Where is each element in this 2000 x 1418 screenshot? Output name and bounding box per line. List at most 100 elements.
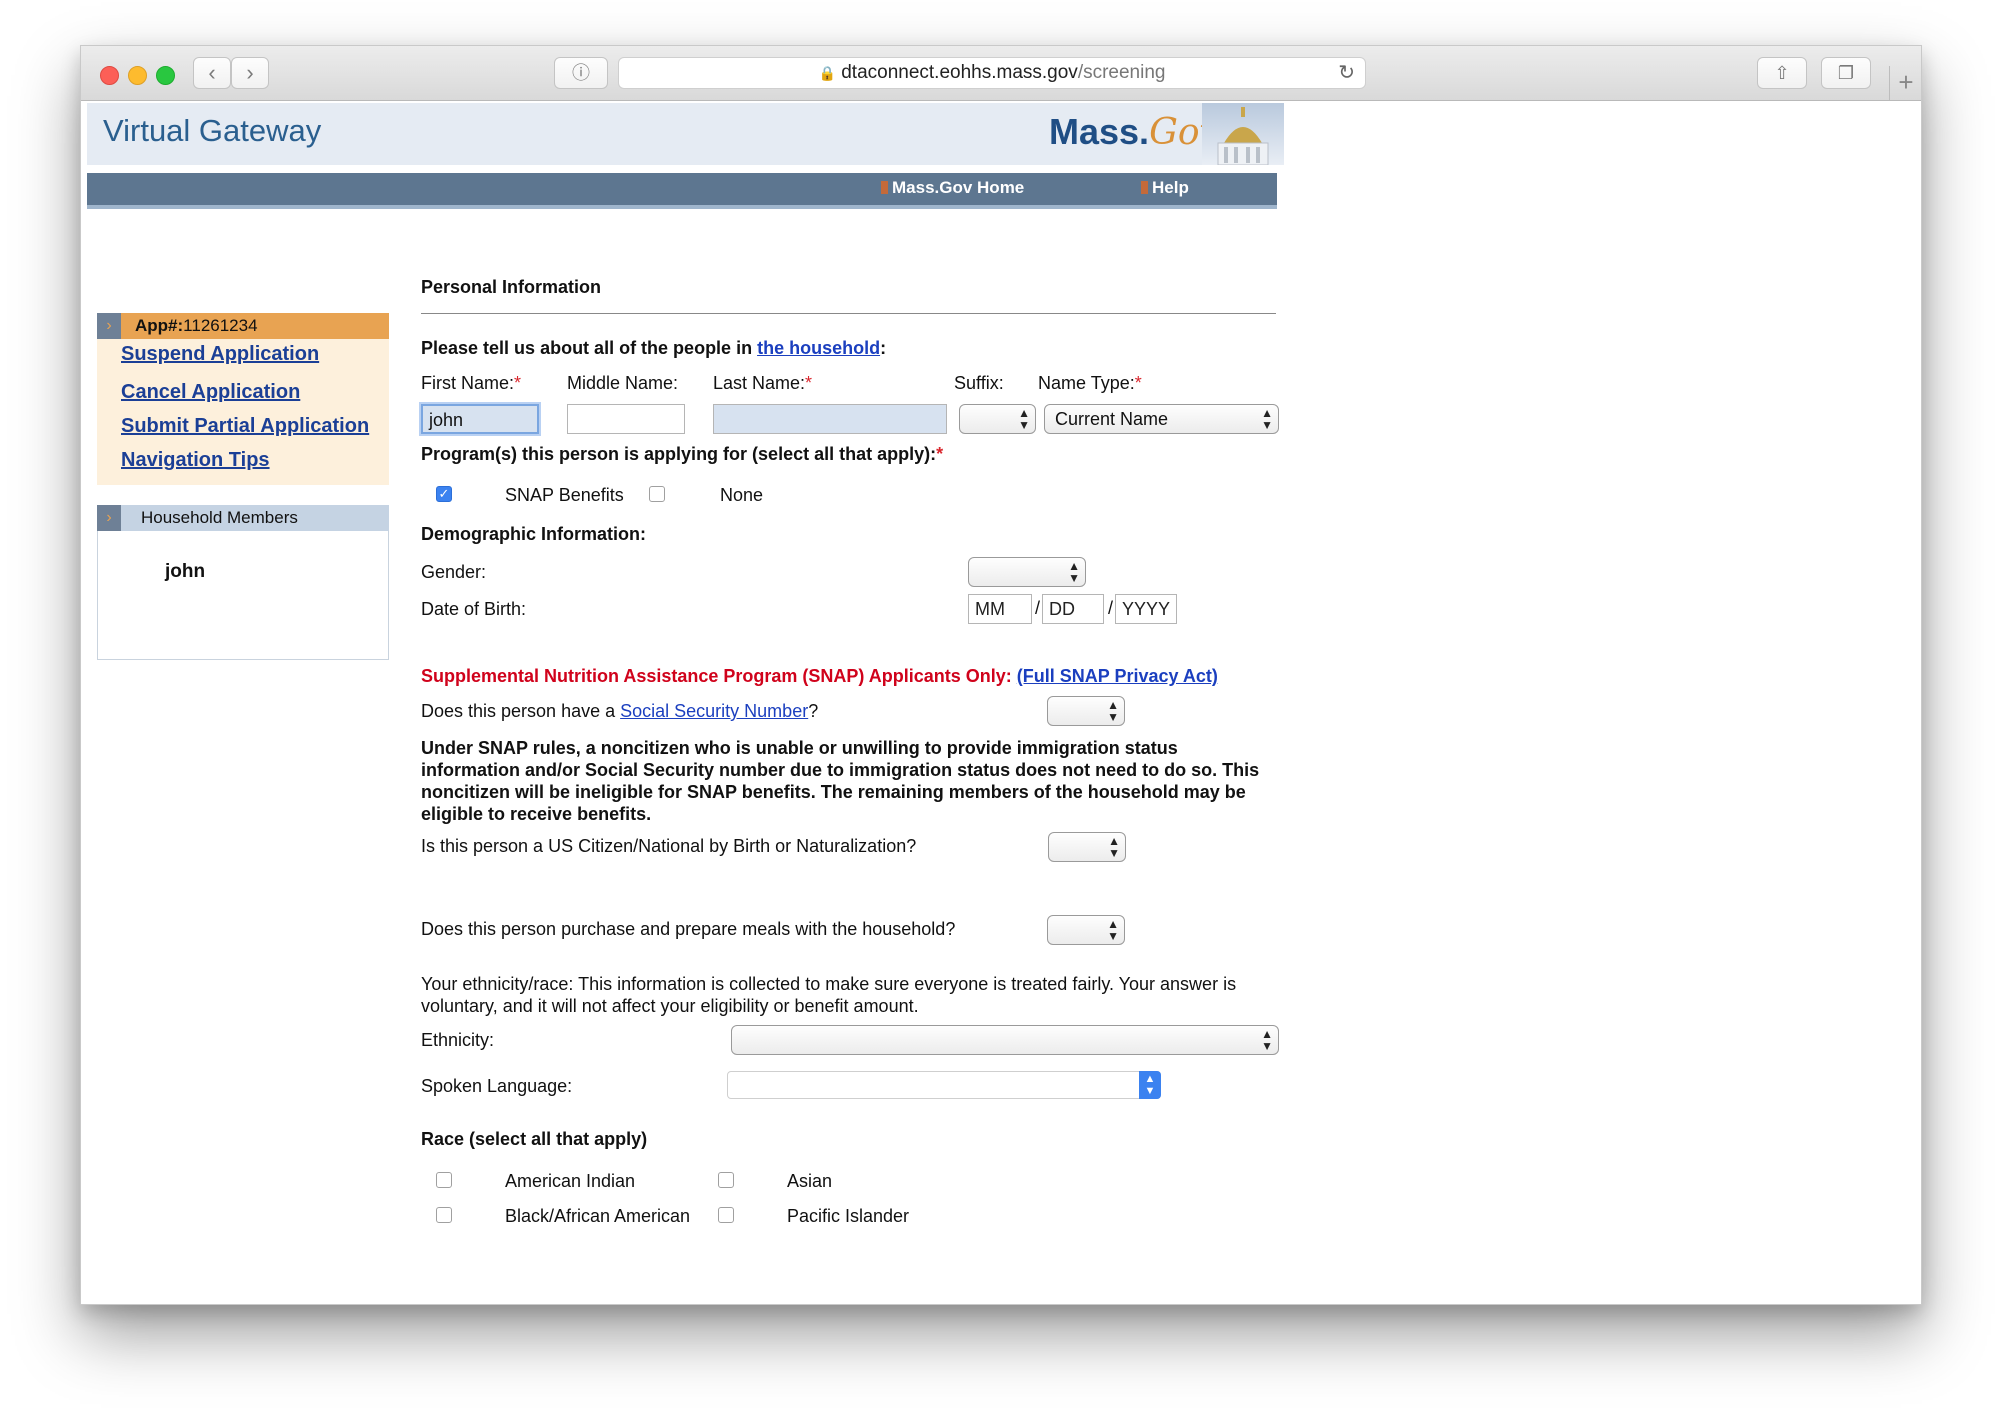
state-house-image (1202, 103, 1284, 166)
share-icon[interactable]: ⇧ (1757, 57, 1807, 89)
dob-month-field[interactable]: MM (968, 594, 1032, 624)
first-name-text: First Name: (421, 373, 515, 393)
application-header: › App#:11261234 (97, 313, 389, 339)
suffix-select[interactable]: ▲ ▼ (959, 404, 1036, 434)
ssn-question-end: ? (808, 701, 819, 721)
race-title: Race (select all that apply) (421, 1129, 648, 1149)
zoom-light[interactable] (156, 66, 175, 85)
page-content: Virtual Gateway Mass.Gov Mass.Gov Home H… (81, 101, 1921, 1304)
programs-label: Program(s) this person is applying for (… (421, 444, 943, 465)
gender-label: Gender: (421, 562, 487, 582)
household-intro: Please tell us about all of the people i… (421, 338, 886, 359)
snap-privacy-link[interactable]: (Full SNAP Privacy Act) (1017, 666, 1218, 686)
last-name-field[interactable] (713, 404, 947, 434)
lock-icon: 🔒 (818, 65, 836, 81)
snap-heading-line: Supplemental Nutrition Assistance Progra… (421, 666, 1218, 687)
household-members-panel: john (97, 531, 389, 660)
forward-icon[interactable]: › (231, 57, 269, 89)
meals-select[interactable]: ▲ ▼ (1047, 915, 1125, 945)
dob-separator: / (1108, 598, 1114, 618)
none-checkbox[interactable] (649, 486, 665, 502)
stepper-arrows-icon: ▲ ▼ (1108, 834, 1120, 860)
middle-name-field[interactable] (567, 404, 685, 434)
reader-icon[interactable]: ⓘ (554, 57, 608, 89)
app-label: App#: (135, 316, 184, 335)
race-pacific-islander-label: Pacific Islander (787, 1206, 910, 1226)
select-arrows-icon: ▲ ▼ (1139, 1071, 1161, 1099)
name-type-select[interactable]: Current Name ▲ ▼ (1044, 404, 1279, 434)
race-black-african-american-checkbox[interactable] (436, 1207, 452, 1223)
intro-text: Please tell us about all of the people i… (421, 338, 758, 358)
section-divider (421, 313, 1276, 314)
demographic-title: Demographic Information: (421, 524, 647, 544)
last-name-text: Last Name: (713, 373, 806, 393)
logo-text: Mass. (1049, 111, 1150, 152)
browser-window: ‹ › ⓘ 🔒 dtaconnect.eohhs.mass.gov/screen… (80, 45, 1922, 1305)
suspend-application-link[interactable]: Suspend Application (121, 343, 319, 366)
citizen-select[interactable]: ▲ ▼ (1048, 832, 1126, 862)
household-member[interactable]: john (165, 561, 205, 583)
stepper-arrows-icon: ▲ ▼ (1261, 1027, 1273, 1053)
last-name-label: Last Name:* (713, 373, 812, 394)
chevron-right-icon: › (97, 313, 121, 339)
massgov-logo[interactable]: Mass.Gov (1049, 111, 1220, 153)
first-name-field[interactable]: john (421, 404, 539, 434)
nav-help[interactable]: Help (1141, 178, 1189, 198)
dob-day-field[interactable]: DD (1042, 594, 1104, 624)
dob-year-field[interactable]: YYYY (1115, 594, 1177, 624)
required-mark: * (936, 444, 944, 464)
household-members-title: Household Members (141, 508, 298, 527)
address-bar[interactable]: 🔒 dtaconnect.eohhs.mass.gov/screening ↻ (618, 57, 1366, 89)
dob-label: Date of Birth: (421, 599, 527, 619)
ethnicity-note: Your ethnicity/race: This information is… (421, 974, 1237, 1016)
back-icon[interactable]: ‹ (193, 57, 231, 89)
tabs-icon[interactable]: ❐ (1821, 57, 1871, 89)
section-title: Personal Information (421, 277, 602, 297)
name-type-value: Current Name (1055, 409, 1169, 429)
gender-select[interactable]: ▲ ▼ (968, 557, 1086, 587)
close-light[interactable] (100, 66, 119, 85)
reload-icon[interactable]: ↻ (1338, 58, 1355, 88)
nav-massgov-home[interactable]: Mass.Gov Home (881, 178, 1024, 198)
new-tab-icon[interactable]: + (1889, 66, 1922, 100)
site-brand[interactable]: Virtual Gateway (103, 113, 321, 149)
race-pacific-islander-checkbox[interactable] (718, 1207, 734, 1223)
snap-rules-text: Under SNAP rules, a noncitizen who is un… (421, 738, 1260, 824)
race-black-african-american-label: Black/African American (505, 1206, 691, 1226)
snap-benefits-checkbox[interactable]: ✓ (436, 486, 452, 502)
app-number-line: App#:11261234 (135, 316, 258, 336)
ethnicity-select[interactable]: ▲ ▼ (731, 1025, 1279, 1055)
app-number: 11261234 (183, 316, 258, 335)
ssn-link[interactable]: Social Security Number (620, 701, 808, 721)
site-header: Virtual Gateway Mass.Gov (87, 103, 1284, 166)
race-american-indian-label: American Indian (505, 1171, 636, 1191)
stepper-arrows-icon: ▲ ▼ (1068, 559, 1080, 585)
meals-question: Does this person purchase and prepare me… (421, 919, 956, 939)
cancel-application-link[interactable]: Cancel Application (121, 381, 300, 404)
spoken-language-select[interactable]: ▲ ▼ (727, 1071, 1161, 1099)
race-asian-label: Asian (787, 1171, 833, 1191)
ssn-question: Does this person have a Social Security … (421, 701, 818, 722)
stepper-arrows-icon: ▲ ▼ (1107, 917, 1119, 943)
stepper-arrows-icon: ▲ ▼ (1018, 406, 1030, 432)
race-asian-checkbox[interactable] (718, 1172, 734, 1188)
minimize-light[interactable] (128, 66, 147, 85)
browser-toolbar: ‹ › ⓘ 🔒 dtaconnect.eohhs.mass.gov/screen… (81, 46, 1921, 101)
submit-partial-application-link[interactable]: Submit Partial Application (121, 415, 369, 438)
dob-separator: / (1035, 598, 1041, 618)
navigation-tips-link[interactable]: Navigation Tips (121, 449, 270, 472)
household-link[interactable]: the household (757, 338, 880, 358)
intro-end: : (880, 338, 887, 358)
stepper-arrows-icon: ▲ ▼ (1107, 698, 1119, 724)
snap-benefits-label: SNAP Benefits (505, 485, 624, 505)
name-type-label: Name Type:* (1038, 373, 1142, 394)
snap-heading: Supplemental Nutrition Assistance Progra… (421, 666, 1012, 686)
site-nav-bar: Mass.Gov Home Help (87, 173, 1277, 209)
race-american-indian-checkbox[interactable] (436, 1172, 452, 1188)
ssn-question-start: Does this person have a (421, 701, 621, 721)
spoken-language-label: Spoken Language: (421, 1076, 573, 1096)
required-mark: * (1134, 373, 1142, 393)
url-path: /screening (1077, 62, 1166, 83)
ssn-select[interactable]: ▲ ▼ (1047, 696, 1125, 726)
url-host: dtaconnect.eohhs.mass.gov (841, 62, 1078, 83)
